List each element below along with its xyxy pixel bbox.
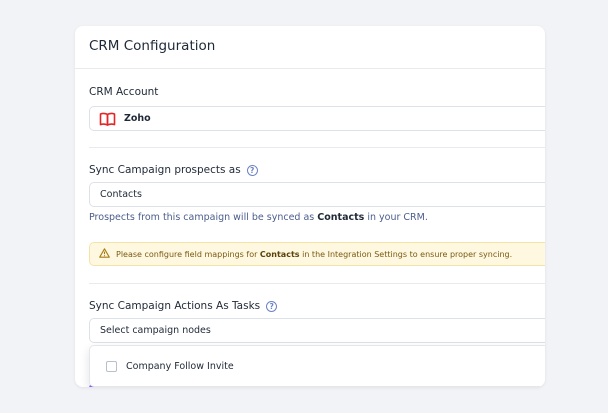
help-icon[interactable]: ?	[266, 300, 278, 312]
sync-info-prefix: Prospects from this campaign will be syn…	[89, 212, 318, 223]
help-icon[interactable]: ?	[246, 164, 258, 176]
sync-actions-label-text: Sync Campaign Actions As Tasks	[89, 300, 261, 312]
sync-actions-label: Sync Campaign Actions As Tasks ?	[89, 300, 278, 312]
divider	[89, 147, 545, 148]
sync-info-suffix: in your CRM.	[364, 212, 428, 223]
field-mapping-warning: Please configure field mappings for Cont…	[89, 242, 545, 266]
campaign-nodes-placeholder: Select campaign nodes	[100, 325, 211, 336]
warning-text: Please configure field mappings for Cont…	[116, 250, 512, 259]
warning-suffix: in the Integration Settings to ensure pr…	[299, 249, 513, 259]
sync-info-bold: Contacts	[317, 212, 365, 223]
option-label[interactable]: Company Follow Invite	[126, 361, 234, 372]
warning-prefix: Please configure field mappings for	[116, 249, 260, 259]
option-checkbox[interactable]	[106, 360, 117, 372]
crm-account-label: CRM Account	[89, 86, 158, 98]
crm-configuration-card: CRM Configuration CRM Account Zoho Sync …	[75, 26, 545, 387]
crm-account-value: Zoho	[124, 113, 151, 124]
card-title: CRM Configuration	[89, 38, 216, 54]
crm-account-label-text: CRM Account	[89, 86, 159, 98]
sync-prospects-label: Sync Campaign prospects as ?	[89, 164, 258, 176]
sync-info-text: Prospects from this campaign will be syn…	[89, 212, 428, 223]
divider	[89, 283, 545, 284]
sync-prospects-value: Contacts	[100, 189, 142, 200]
sync-prospects-label-text: Sync Campaign prospects as	[89, 164, 241, 176]
crm-account-select[interactable]: Zoho	[89, 106, 545, 131]
zoho-book-icon	[99, 112, 116, 126]
sync-prospects-select[interactable]: Contacts	[89, 182, 545, 207]
warning-bold: Contacts	[259, 249, 300, 259]
warning-triangle-icon	[99, 248, 110, 260]
campaign-nodes-dropdown: Company Follow Invite	[89, 345, 545, 387]
campaign-nodes-select[interactable]: Select campaign nodes	[89, 318, 545, 343]
card-header: CRM Configuration	[75, 26, 545, 69]
